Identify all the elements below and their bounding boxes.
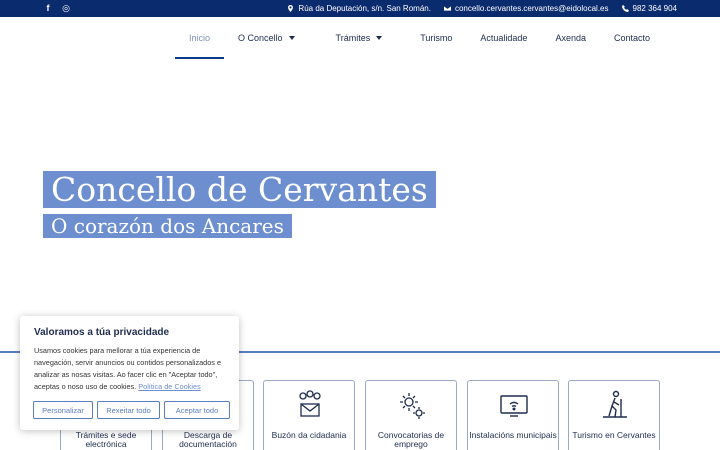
nav-item-actualidade[interactable]: Actualidade <box>466 17 541 59</box>
hero-subtitle: O corazón dos Ancares <box>43 214 292 238</box>
service-card-instalacions[interactable]: Instalacións municipais <box>467 380 559 450</box>
nav-item-tramites[interactable]: Trámites <box>309 17 397 59</box>
service-card-emprego[interactable]: Convocatorias de emprego <box>365 380 457 450</box>
site-header: Inicio O Concello Trámites Turismo Actua… <box>0 17 720 59</box>
nav-item-axenda[interactable]: Axenda <box>541 17 600 59</box>
main-nav: Inicio O Concello Trámites Turismo Actua… <box>175 17 664 59</box>
location-pin-icon <box>288 5 294 12</box>
mailbox-icon <box>299 390 321 417</box>
service-label: Descarga de documentación <box>179 430 237 449</box>
service-label: Turismo en Cervantes <box>572 430 656 440</box>
nav-item-o-concello[interactable]: O Concello <box>224 17 309 59</box>
service-label: Buzón da cidadania <box>271 430 347 440</box>
envelope-icon <box>443 6 451 11</box>
accept-all-button[interactable]: Aceptar todo <box>164 401 230 419</box>
email-text[interactable]: concello.cervantes.cervantes@eidolocal.e… <box>455 4 609 13</box>
hero-section: Concello de Cervantes O corazón dos Anca… <box>0 59 720 351</box>
phone-icon <box>621 5 629 12</box>
cookie-title: Valoramos a túa privacidade <box>34 327 170 338</box>
cookie-policy-link[interactable]: Política de Cookies <box>138 382 200 391</box>
contact-info: Rúa da Deputación, s/n. San Román. conce… <box>287 4 677 13</box>
social-links: f ◎ <box>43 3 71 14</box>
chevron-down-icon <box>288 36 295 40</box>
top-bar: f ◎ Rúa da Deputación, s/n. San Román. c… <box>0 0 720 17</box>
hero-title: Concello de Cervantes <box>43 171 436 208</box>
email-item[interactable]: concello.cervantes.cervantes@eidolocal.e… <box>443 4 609 13</box>
service-card-buzon[interactable]: Buzón da cidadania <box>263 380 355 450</box>
nav-item-turismo[interactable]: Turismo <box>396 17 466 59</box>
whatsapp-icon[interactable]: ◎ <box>61 3 71 14</box>
hiker-icon <box>603 390 627 418</box>
gear-icon <box>400 393 425 419</box>
nav-item-inicio[interactable]: Inicio <box>175 17 225 59</box>
cookie-text: Usamos cookies para mellorar a túa exper… <box>34 346 221 391</box>
cookie-buttons: Personalizar Rexeitar todo Aceptar todo <box>33 401 230 419</box>
service-label: Convocatorias de emprego <box>377 430 445 449</box>
phone-item[interactable]: 982 364 904 <box>621 4 678 13</box>
monitor-icon <box>500 395 528 417</box>
facebook-icon[interactable]: f <box>43 3 53 14</box>
service-card-turismo[interactable]: Turismo en Cervantes <box>568 380 660 450</box>
service-label: Trámites e sede electrónica <box>75 430 137 449</box>
address-text: Rúa da Deputación, s/n. San Román. <box>298 4 431 13</box>
nav-item-contacto[interactable]: Contacto <box>600 17 664 59</box>
reject-all-button[interactable]: Rexeitar todo <box>97 401 160 419</box>
phone-text[interactable]: 982 364 904 <box>633 4 678 13</box>
cookie-consent-banner: Valoramos a túa privacidade Usamos cooki… <box>20 316 239 430</box>
customize-button[interactable]: Personalizar <box>33 401 93 419</box>
chevron-down-icon <box>376 36 383 40</box>
address-item: Rúa da Deputación, s/n. San Román. <box>287 4 431 13</box>
service-label: Instalacións municipais <box>469 430 557 440</box>
